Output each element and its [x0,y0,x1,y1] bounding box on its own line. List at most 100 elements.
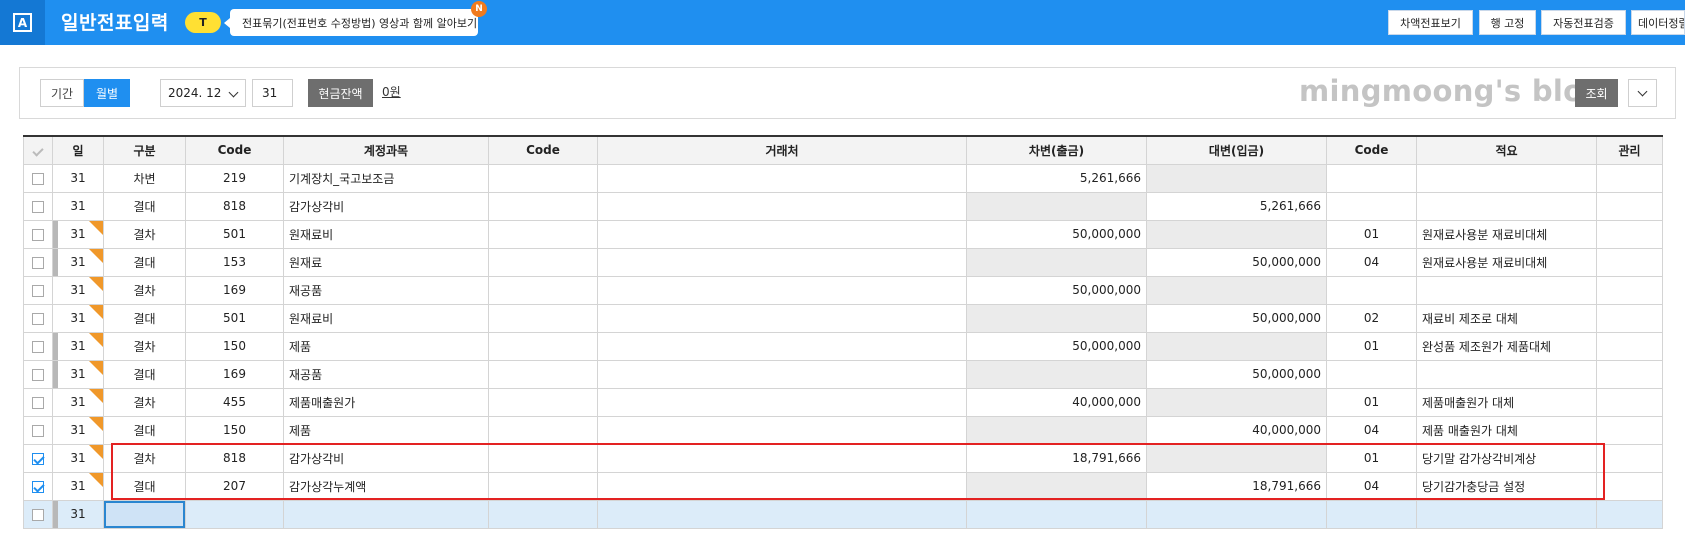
cell-memo[interactable]: 원재료사용분 재료비대체 [1416,219,1597,249]
cell-day[interactable]: 31 [52,191,104,221]
cell-manage[interactable] [1596,331,1663,361]
cell-account[interactable]: 제품 [283,415,489,445]
table-row[interactable]: 31 결대 153 원재료 50,000,000 04 원재료사용분 재료비대체 [23,247,1663,277]
cell-memo-code[interactable] [1326,275,1417,305]
cell-type[interactable]: 결대 [103,415,186,445]
cell-account[interactable]: 제품매출원가 [283,387,489,417]
auto-verify-button[interactable]: 자동전표검증 [1541,10,1626,35]
cell-credit[interactable] [1146,443,1327,473]
cell-debit[interactable]: 50,000,000 [966,275,1147,305]
table-row[interactable]: 31 결대 818 감가상각비 5,261,666 [23,191,1663,221]
row-checkbox[interactable] [23,247,53,277]
cell-debit[interactable] [966,191,1147,221]
cell-account[interactable]: 제품 [283,331,489,361]
table-row[interactable]: 31 결차 150 제품 50,000,000 01 완성품 제조원가 제품대체 [23,331,1663,361]
cell-day[interactable]: 31 [52,415,104,445]
cell-manage[interactable] [1596,443,1663,473]
cell-debit[interactable] [966,359,1147,389]
cell-partner[interactable] [597,387,967,417]
cell-memo-code[interactable]: 04 [1326,471,1417,501]
cell-memo-code[interactable]: 04 [1326,247,1417,277]
cell-code[interactable]: 169 [185,359,284,389]
cell-partner[interactable] [597,359,967,389]
cell-debit[interactable] [966,415,1147,445]
select-all-checkbox[interactable] [23,135,53,165]
row-checkbox[interactable] [23,443,53,473]
table-row[interactable]: 31 결대 150 제품 40,000,000 04 제품 매출원가 대체 [23,415,1663,445]
cell-debit[interactable]: 5,261,666 [966,163,1147,193]
cell-partner-code[interactable] [488,303,598,333]
cell-type[interactable]: 결대 [103,471,186,501]
cell-memo[interactable]: 원재료사용분 재료비대체 [1416,247,1597,277]
cell-manage[interactable] [1596,471,1663,501]
row-checkbox[interactable] [23,163,53,193]
table-row[interactable]: 31 결대 169 재공품 50,000,000 [23,359,1663,389]
day-input[interactable]: 31 [252,79,293,107]
cell-type[interactable]: 결대 [103,247,186,277]
cell-partner[interactable] [597,331,967,361]
cell-account[interactable] [283,499,489,529]
cell-credit[interactable] [1146,331,1327,361]
cell-credit[interactable]: 50,000,000 [1146,247,1327,277]
cell-type-input[interactable] [103,499,186,529]
cell-memo-code[interactable]: 01 [1326,443,1417,473]
cell-day[interactable]: 31 [52,499,104,529]
cell-partner[interactable] [597,275,967,305]
row-checkbox[interactable] [23,499,53,529]
table-row[interactable]: 31 차변 219 기계장치_국고보조금 5,261,666 [23,163,1663,193]
cell-debit[interactable]: 18,791,666 [966,443,1147,473]
cell-credit[interactable]: 5,261,666 [1146,191,1327,221]
cell-memo[interactable]: 제품매출원가 대체 [1416,387,1597,417]
lookup-button[interactable]: 조회 [1575,79,1618,107]
freeze-row-button[interactable]: 행 고정 [1479,10,1536,35]
cell-code[interactable]: 153 [185,247,284,277]
cell-type[interactable]: 결차 [103,331,186,361]
row-checkbox[interactable] [23,275,53,305]
cell-memo-code[interactable]: 01 [1326,331,1417,361]
table-row[interactable]: 31 결차 818 감가상각비 18,791,666 01 당기말 감가상각비계상 [23,443,1663,473]
cell-partner-code[interactable] [488,247,598,277]
cell-type[interactable]: 결대 [103,191,186,221]
cell-debit[interactable] [966,471,1147,501]
app-menu-icon[interactable]: A [0,0,45,45]
cell-day[interactable]: 31 [52,163,104,193]
cell-memo[interactable] [1416,275,1597,305]
more-options-button[interactable] [1628,79,1657,107]
cell-debit[interactable]: 40,000,000 [966,387,1147,417]
cell-type[interactable]: 결차 [103,443,186,473]
cell-account[interactable]: 감가상각비 [283,443,489,473]
cell-day[interactable]: 31 [52,443,104,473]
cell-code[interactable]: 219 [185,163,284,193]
cell-account[interactable]: 감가상각누계액 [283,471,489,501]
cell-memo-code[interactable]: 04 [1326,415,1417,445]
table-row[interactable]: 31 결대 207 감가상각누계액 18,791,666 04 당기감가충당금 설정 [23,471,1663,501]
cell-day[interactable]: 31 [52,471,104,501]
cell-partner-code[interactable] [488,471,598,501]
month-select[interactable]: 2024. 12 [160,79,246,107]
cell-manage[interactable] [1596,163,1663,193]
diff-voucher-button[interactable]: 차액전표보기 [1388,10,1473,35]
cell-partner[interactable] [597,471,967,501]
monthly-toggle[interactable]: 월별 [84,79,130,107]
cell-account[interactable]: 재공품 [283,275,489,305]
cell-credit[interactable]: 50,000,000 [1146,359,1327,389]
cell-partner-code[interactable] [488,163,598,193]
cell-code[interactable]: 501 [185,219,284,249]
cell-memo-code[interactable]: 01 [1326,387,1417,417]
cell-code[interactable]: 150 [185,331,284,361]
cell-partner-code[interactable] [488,191,598,221]
cell-partner-code[interactable] [488,415,598,445]
cell-type[interactable]: 결차 [103,275,186,305]
cell-day[interactable]: 31 [52,387,104,417]
cell-code[interactable]: 207 [185,471,284,501]
cell-manage[interactable] [1596,415,1663,445]
cell-partner[interactable] [597,219,967,249]
cell-account[interactable]: 원재료비 [283,219,489,249]
cell-day[interactable]: 31 [52,275,104,305]
row-checkbox[interactable] [23,415,53,445]
cash-balance-button[interactable]: 현금잔액 [308,79,373,107]
cell-partner[interactable] [597,191,967,221]
cell-partner-code[interactable] [488,359,598,389]
t-badge[interactable]: T [185,12,221,33]
cell-credit[interactable] [1146,163,1327,193]
